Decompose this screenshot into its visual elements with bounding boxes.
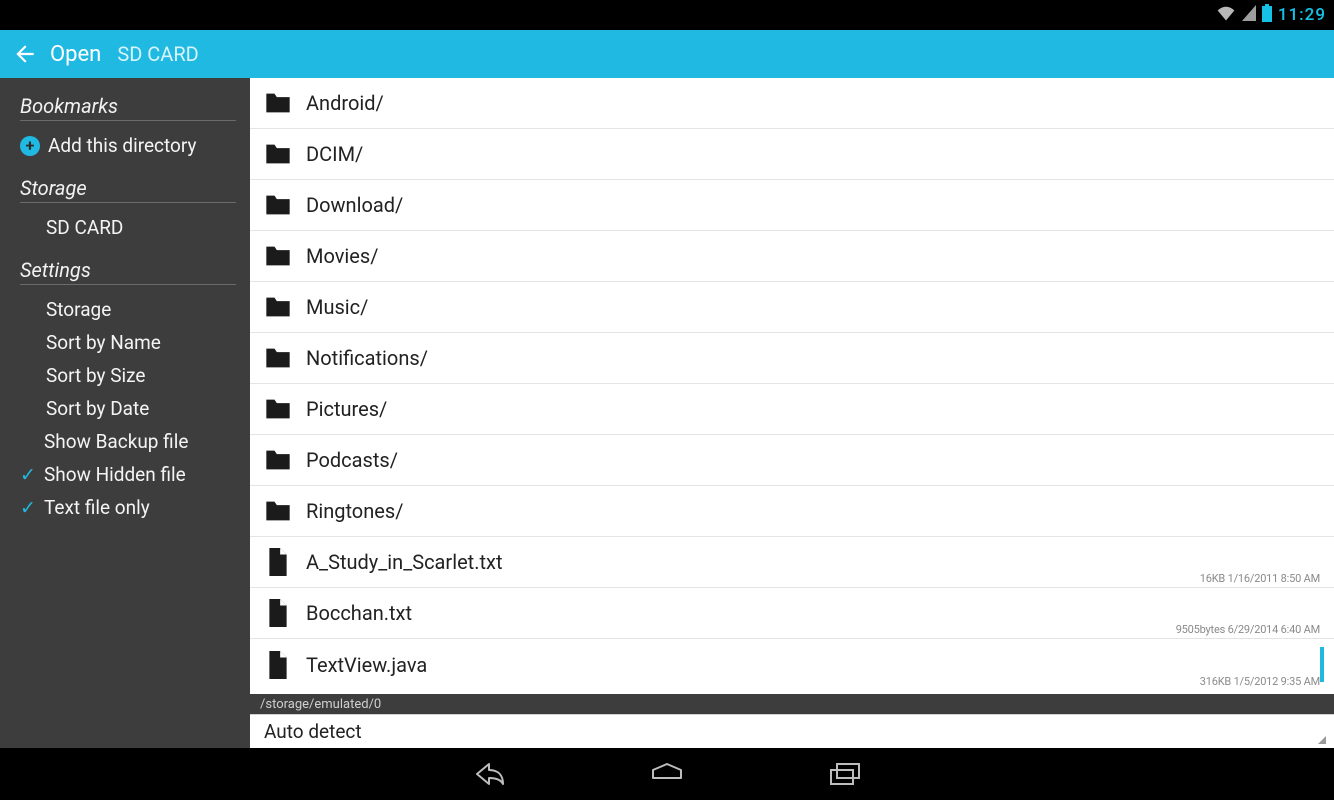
file-name: Music/ [306,295,368,319]
nav-recents-icon [827,760,863,788]
folder-row[interactable]: Ringtones/ [250,486,1334,537]
file-name: DCIM/ [306,142,363,166]
folder-row[interactable]: Notifications/ [250,333,1334,384]
folder-icon [262,87,294,119]
sidebar-add-directory[interactable]: + Add this directory [20,129,236,162]
file-row[interactable]: TextView.java 316KB 1/5/2012 9:35 AM [250,639,1334,690]
folder-row[interactable]: DCIM/ [250,129,1334,180]
wifi-icon [1216,5,1236,26]
file-icon [262,597,294,629]
file-name: Ringtones/ [306,499,403,523]
folder-icon [262,291,294,323]
plus-icon: + [20,136,40,156]
action-bar: Open SD CARD [0,30,1334,78]
sidebar-setting-show-hidden[interactable]: ✓ Show Hidden file [20,458,236,491]
nav-recents-button[interactable] [821,756,869,792]
folder-icon [262,393,294,425]
file-icon [262,546,294,578]
sidebar-setting-text-only[interactable]: ✓ Text file only [20,491,236,524]
file-area: Android/DCIM/Download/Movies/Music/Notif… [250,78,1334,748]
sidebar-storage-label: SD CARD [46,216,123,239]
file-icon [262,649,294,681]
file-name: Download/ [306,193,403,217]
path-bar: /storage/emulated/0 [250,694,1334,714]
sidebar-setting-sort-date[interactable]: Sort by Date [20,392,236,425]
file-row[interactable]: A_Study_in_Scarlet.txt 16KB 1/16/2011 8:5… [250,537,1334,588]
sidebar-item-label: Sort by Date [46,397,149,420]
folder-row[interactable]: Music/ [250,282,1334,333]
sidebar-item-label: Show Backup file [44,430,188,453]
folder-icon [262,138,294,170]
sidebar-item-label: Sort by Name [46,331,161,354]
sidebar-setting-sort-size[interactable]: Sort by Size [20,359,236,392]
encoding-spinner[interactable]: Auto detect [250,714,1334,748]
folder-row[interactable]: Download/ [250,180,1334,231]
folder-row[interactable]: Movies/ [250,231,1334,282]
status-bar: 11:29 [0,0,1334,30]
sidebar-add-directory-label: Add this directory [48,134,196,157]
check-icon: ✓ [20,500,36,516]
sidebar-storage-head: Storage [20,176,236,203]
folder-icon [262,495,294,527]
folder-row[interactable]: Pictures/ [250,384,1334,435]
folder-icon [262,189,294,221]
nav-home-icon [647,760,687,788]
nav-home-button[interactable] [643,756,691,792]
folder-row[interactable]: Podcasts/ [250,435,1334,486]
nav-back-icon [471,760,507,788]
status-time: 11:29 [1278,5,1326,25]
sidebar-storage-sdcard[interactable]: SD CARD [20,211,236,244]
battery-icon [1262,4,1272,27]
file-name: Notifications/ [306,346,428,370]
folder-icon [262,342,294,374]
nav-bar [0,748,1334,800]
sidebar: Bookmarks + Add this directory Storage S… [0,78,250,748]
file-meta: 9505bytes 6/29/2014 6:40 AM [1176,623,1320,636]
file-list[interactable]: Android/DCIM/Download/Movies/Music/Notif… [250,78,1334,694]
sidebar-bookmarks-head: Bookmarks [20,94,236,121]
file-name: Pictures/ [306,397,387,421]
path-text: /storage/emulated/0 [260,697,381,712]
nav-back-button[interactable] [465,756,513,792]
folder-icon [262,444,294,476]
sidebar-item-label: Storage [46,298,111,321]
sidebar-setting-storage[interactable]: Storage [20,293,236,326]
sidebar-item-label: Text file only [44,496,150,519]
check-icon: ✓ [20,467,36,483]
sidebar-item-label: Sort by Size [46,364,145,387]
file-row[interactable]: Bocchan.txt 9505bytes 6/29/2014 6:40 AM [250,588,1334,639]
sidebar-setting-sort-name[interactable]: Sort by Name [20,326,236,359]
action-title: Open [50,42,101,67]
file-meta: 16KB 1/16/2011 8:50 AM [1200,572,1320,585]
file-name: Bocchan.txt [306,601,412,625]
action-path: SD CARD [117,42,198,66]
encoding-value: Auto detect [264,720,362,743]
file-name: Movies/ [306,244,378,268]
file-name: Android/ [306,91,384,115]
folder-icon [262,240,294,272]
file-name: TextView.java [306,653,427,677]
file-name: Podcasts/ [306,448,398,472]
spinner-triangle-icon [1318,736,1326,744]
sidebar-settings-head: Settings [20,258,236,285]
back-button[interactable] [10,39,40,69]
sidebar-setting-show-backup[interactable]: ✓ Show Backup file [20,425,236,458]
file-name: A_Study_in_Scarlet.txt [306,550,503,574]
sidebar-item-label: Show Hidden file [44,463,186,486]
arrow-left-icon [12,41,38,67]
signal-icon [1242,5,1256,26]
file-meta: 316KB 1/5/2012 9:35 AM [1200,675,1320,688]
folder-row[interactable]: Android/ [250,78,1334,129]
